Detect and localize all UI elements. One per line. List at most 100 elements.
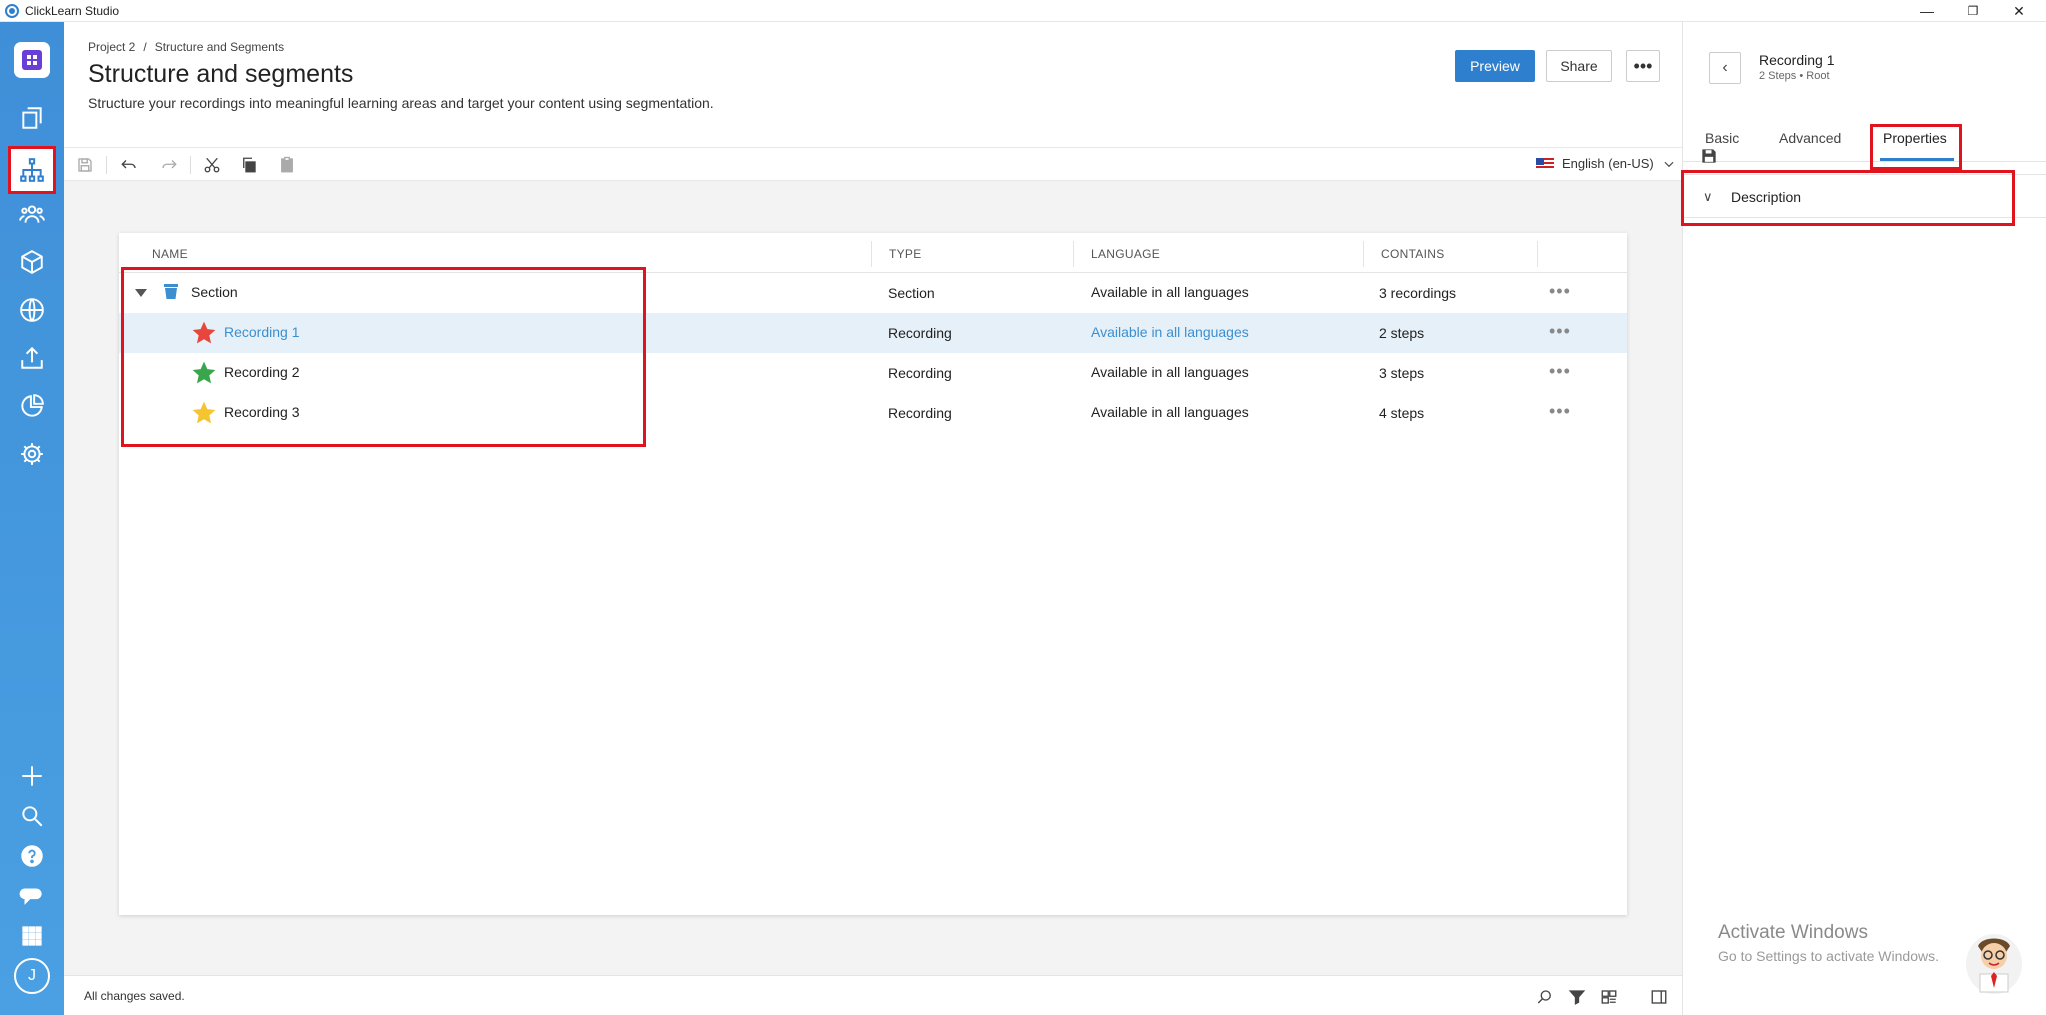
green-star-icon: [192, 361, 216, 384]
table-row[interactable]: Recording 3 Recording Available in all l…: [119, 393, 1627, 433]
toolbar-divider: [106, 156, 107, 174]
search-icon[interactable]: [1534, 986, 1556, 1008]
column-header-name[interactable]: NAME: [152, 247, 188, 261]
section-icon: [164, 284, 178, 299]
layout-icon[interactable]: [1598, 986, 1620, 1008]
rail-users-icon[interactable]: [16, 198, 48, 230]
cut-icon[interactable]: [201, 154, 223, 176]
tab-properties[interactable]: Properties: [1883, 130, 1947, 146]
user-avatar[interactable]: J: [14, 958, 50, 994]
status-bar: All changes saved.: [64, 975, 1682, 1015]
language-label: English (en-US): [1562, 156, 1654, 171]
table-header: NAME TYPE LANGUAGE CONTAINS: [119, 233, 1627, 273]
row-language: Available in all languages: [1091, 324, 1249, 340]
expand-caret-icon[interactable]: [135, 289, 147, 297]
watermark-line2: Go to Settings to activate Windows.: [1718, 948, 1939, 964]
row-language: Available in all languages: [1091, 404, 1249, 420]
column-header-type[interactable]: TYPE: [889, 247, 922, 261]
breadcrumb-current: Structure and Segments: [154, 40, 285, 54]
language-select[interactable]: English (en-US): [1536, 156, 1676, 171]
app-logo-icon: [5, 3, 19, 18]
row-name: Recording 3: [224, 404, 300, 420]
row-type: Section: [888, 285, 935, 301]
column-divider: [1537, 241, 1538, 267]
row-contains: 3 recordings: [1379, 285, 1457, 301]
rail-settings-icon[interactable]: [16, 438, 48, 470]
toggle-panel-icon[interactable]: [1648, 986, 1670, 1008]
left-nav-rail: J: [0, 22, 64, 1015]
share-button[interactable]: Share: [1546, 50, 1612, 82]
rail-add-icon[interactable]: [16, 760, 48, 792]
row-language: Available in all languages: [1091, 284, 1249, 300]
rail-package-icon[interactable]: [16, 246, 48, 278]
row-type: Recording: [888, 365, 952, 381]
breadcrumb-project[interactable]: Project 2: [88, 40, 135, 54]
column-divider: [871, 241, 872, 267]
toolbar-divider: [190, 156, 191, 174]
row-name: Section: [191, 284, 238, 300]
minimize-button[interactable]: —: [1904, 0, 1950, 22]
row-more-button[interactable]: •••: [1549, 281, 1571, 302]
row-type: Recording: [888, 325, 952, 341]
rail-help-icon[interactable]: [16, 840, 48, 872]
panel-title: Recording 1: [1759, 52, 1835, 68]
watermark-line1: Activate Windows: [1718, 922, 1868, 943]
row-contains: 3 steps: [1379, 365, 1425, 381]
chevron-down-icon: [1664, 161, 1674, 167]
panel-subtitle: 2 Steps • Root: [1759, 70, 1830, 82]
tab-advanced[interactable]: Advanced: [1779, 130, 1841, 146]
rail-analytics-icon[interactable]: [16, 390, 48, 422]
rail-publish-icon[interactable]: [16, 342, 48, 374]
panel-tabs: Basic Advanced Properties: [1683, 108, 2046, 170]
assistant-mascot-icon[interactable]: [1964, 928, 2024, 996]
us-flag-icon: [1536, 157, 1554, 170]
column-header-contains[interactable]: CONTAINS: [1381, 247, 1445, 261]
rail-chat-icon[interactable]: [16, 880, 48, 912]
column-divider: [1073, 241, 1074, 267]
row-name: Recording 1: [224, 324, 300, 340]
back-button[interactable]: ‹: [1709, 52, 1741, 84]
filter-icon[interactable]: [1566, 986, 1588, 1008]
rail-search-icon[interactable]: [16, 800, 48, 832]
rail-pages-icon[interactable]: [16, 102, 48, 134]
close-button[interactable]: ✕: [1996, 0, 2042, 22]
restore-button[interactable]: ❐: [1950, 0, 1996, 22]
table-row[interactable]: Recording 1 Recording Available in all l…: [119, 313, 1627, 353]
breadcrumb-separator: /: [143, 40, 147, 54]
row-more-button[interactable]: •••: [1549, 361, 1571, 382]
rail-apps-grid-icon[interactable]: [16, 920, 48, 952]
save-status: All changes saved.: [84, 989, 185, 1003]
tab-basic[interactable]: Basic: [1705, 130, 1739, 146]
table-row[interactable]: Recording 2 Recording Available in all l…: [119, 353, 1627, 393]
home-logo-button[interactable]: [14, 42, 50, 78]
copy-icon[interactable]: [238, 154, 260, 176]
rail-structure-icon[interactable]: [8, 146, 56, 194]
redo-icon[interactable]: [158, 154, 180, 176]
table-row[interactable]: Section Section Available in all languag…: [119, 273, 1627, 313]
column-divider: [1363, 241, 1364, 267]
paste-icon[interactable]: [276, 154, 298, 176]
more-options-button[interactable]: •••: [1626, 50, 1660, 82]
description-label: Description: [1731, 189, 1802, 205]
grid-app-icon: [22, 50, 42, 70]
page-header: Project 2 / Structure and Segments Struc…: [64, 22, 1682, 147]
row-type: Recording: [888, 405, 952, 421]
row-more-button[interactable]: •••: [1549, 401, 1571, 422]
undo-icon[interactable]: [118, 154, 140, 176]
row-more-button[interactable]: •••: [1549, 321, 1571, 342]
column-header-language[interactable]: LANGUAGE: [1091, 247, 1160, 261]
panel-save-icon[interactable]: [1699, 146, 1719, 166]
active-tab-indicator: [1880, 158, 1954, 161]
window-title: ClickLearn Studio: [25, 3, 120, 18]
window-titlebar: ClickLearn Studio — ❐ ✕: [0, 0, 2046, 22]
row-language: Available in all languages: [1091, 364, 1249, 380]
save-icon[interactable]: [74, 154, 96, 176]
page-description: Structure your recordings into meaningfu…: [88, 95, 714, 111]
preview-button[interactable]: Preview: [1455, 50, 1535, 82]
yellow-star-icon: [192, 401, 216, 424]
rail-globe-icon[interactable]: [16, 294, 48, 326]
breadcrumb: Project 2 / Structure and Segments: [88, 40, 284, 54]
page-title: Structure and segments: [88, 60, 354, 88]
description-section[interactable]: ∨ Description: [1683, 174, 2046, 218]
row-name: Recording 2: [224, 364, 300, 380]
